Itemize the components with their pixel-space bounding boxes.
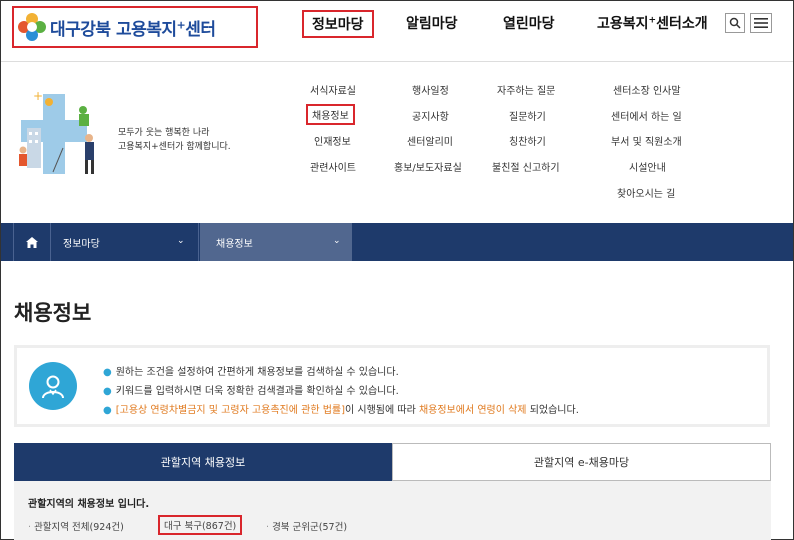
- search-icon: [729, 17, 741, 29]
- menu-button[interactable]: [750, 13, 772, 33]
- region-title: 관할지역의 채용정보 입니다.: [28, 499, 150, 510]
- submenu-jobs[interactable]: 채용정보: [306, 104, 355, 125]
- submenu-forms[interactable]: 서식자료실: [310, 82, 356, 97]
- nav-center-intro[interactable]: 고용복지+센터소개: [597, 13, 708, 33]
- breadcrumb-level2[interactable]: 채용정보: [200, 223, 352, 261]
- submenu-praise[interactable]: 칭찬하기: [509, 133, 546, 148]
- region-panel: 관할지역의 채용정보 입니다. · 관할지역 전체(924건) 대구 북구(86…: [14, 481, 771, 540]
- logo-text: 대구강북 고용복지+센터: [50, 17, 216, 40]
- header: 대구강북 고용복지+센터 정보마당 알림마당 열린마당 고용복지+센터소개: [1, 1, 793, 62]
- info-line-2: ● 키워드를 입력하시면 더욱 정확한 검색결과를 확인하실 수 있습니다.: [103, 386, 399, 397]
- home-button[interactable]: [13, 223, 51, 261]
- submenu-directions[interactable]: 찾아오시는 길: [617, 185, 675, 200]
- site-logo[interactable]: 대구강북 고용복지+센터: [12, 6, 258, 48]
- svg-text:+: +: [33, 89, 43, 103]
- submenu-talent[interactable]: 인재정보: [314, 133, 351, 148]
- breadcrumb-level1-label: 정보마당: [63, 238, 100, 250]
- hamburger-icon: [754, 18, 768, 28]
- submenu-staff[interactable]: 부서 및 직원소개: [611, 133, 682, 148]
- nav-info-madang[interactable]: 정보마당: [302, 10, 374, 38]
- submenu-center-work[interactable]: 센터에서 하는 일: [611, 108, 682, 123]
- tagline-line1: 모두가 웃는 행복한 나라: [118, 128, 210, 138]
- submenu-notices[interactable]: 공지사항: [412, 108, 449, 123]
- submenu-center-news[interactable]: 센터알리미: [407, 133, 453, 148]
- logo-mark-icon: [18, 13, 46, 41]
- info-line-3: ● [고용상 연령차별금지 및 고령자 고용촉진에 관한 법률]이 시행됨에 따라…: [103, 405, 579, 416]
- tab-region-e-jobs[interactable]: 관할지역 e-채용마당: [392, 443, 771, 481]
- submenu-related-sites[interactable]: 관련사이트: [310, 159, 356, 174]
- info-box: ● 원하는 조건을 설정하여 간편하게 채용정보를 검색하실 수 있습니다. ● 키…: [14, 345, 770, 427]
- chevron-down-icon: ⌄: [333, 236, 341, 246]
- hero-illustration-icon: +: [19, 89, 94, 174]
- mega-menu: + 모두가 웃는 행복한 나라 고용복지+센터가 함께합니다. 서식자료실 채용…: [1, 62, 793, 224]
- nav-open-madang[interactable]: 열린마당: [503, 13, 555, 33]
- submenu-press[interactable]: 홍보/보도자료실: [394, 159, 462, 174]
- search-button[interactable]: [725, 13, 745, 33]
- tab-region-jobs[interactable]: 관할지역 채용정보: [14, 443, 392, 481]
- submenu-faq[interactable]: 자주하는 질문: [497, 82, 555, 97]
- submenu-greeting[interactable]: 센터소장 인사말: [613, 82, 681, 97]
- region-item-buk-gu[interactable]: 대구 북구(867건): [158, 515, 243, 535]
- home-icon: [26, 236, 38, 248]
- breadcrumb: 정보마당 ⌄ 채용정보 ⌄: [1, 223, 793, 261]
- page-title: 채용정보: [14, 301, 92, 325]
- breadcrumb-level2-label: 채용정보: [216, 238, 253, 250]
- nav-notice-madang[interactable]: 알림마당: [406, 13, 458, 33]
- person-icon: [29, 362, 77, 410]
- tagline-line2: 고용복지+센터가 함께합니다.: [118, 142, 231, 152]
- submenu-facilities[interactable]: 시설안내: [629, 159, 666, 174]
- submenu-complaint[interactable]: 불친절 신고하기: [492, 159, 560, 174]
- region-item-all[interactable]: · 관할지역 전체(924건): [28, 519, 124, 533]
- info-line-1: ● 원하는 조건을 설정하여 간편하게 채용정보를 검색하실 수 있습니다.: [103, 367, 399, 378]
- region-item-gunwi[interactable]: · 경북 군위군(57건): [266, 519, 347, 533]
- submenu-events[interactable]: 행사일정: [412, 82, 449, 97]
- region-tabs: 관할지역 채용정보 관할지역 e-채용마당: [14, 443, 771, 481]
- submenu-ask[interactable]: 질문하기: [509, 108, 546, 123]
- chevron-down-icon: ⌄: [177, 236, 185, 246]
